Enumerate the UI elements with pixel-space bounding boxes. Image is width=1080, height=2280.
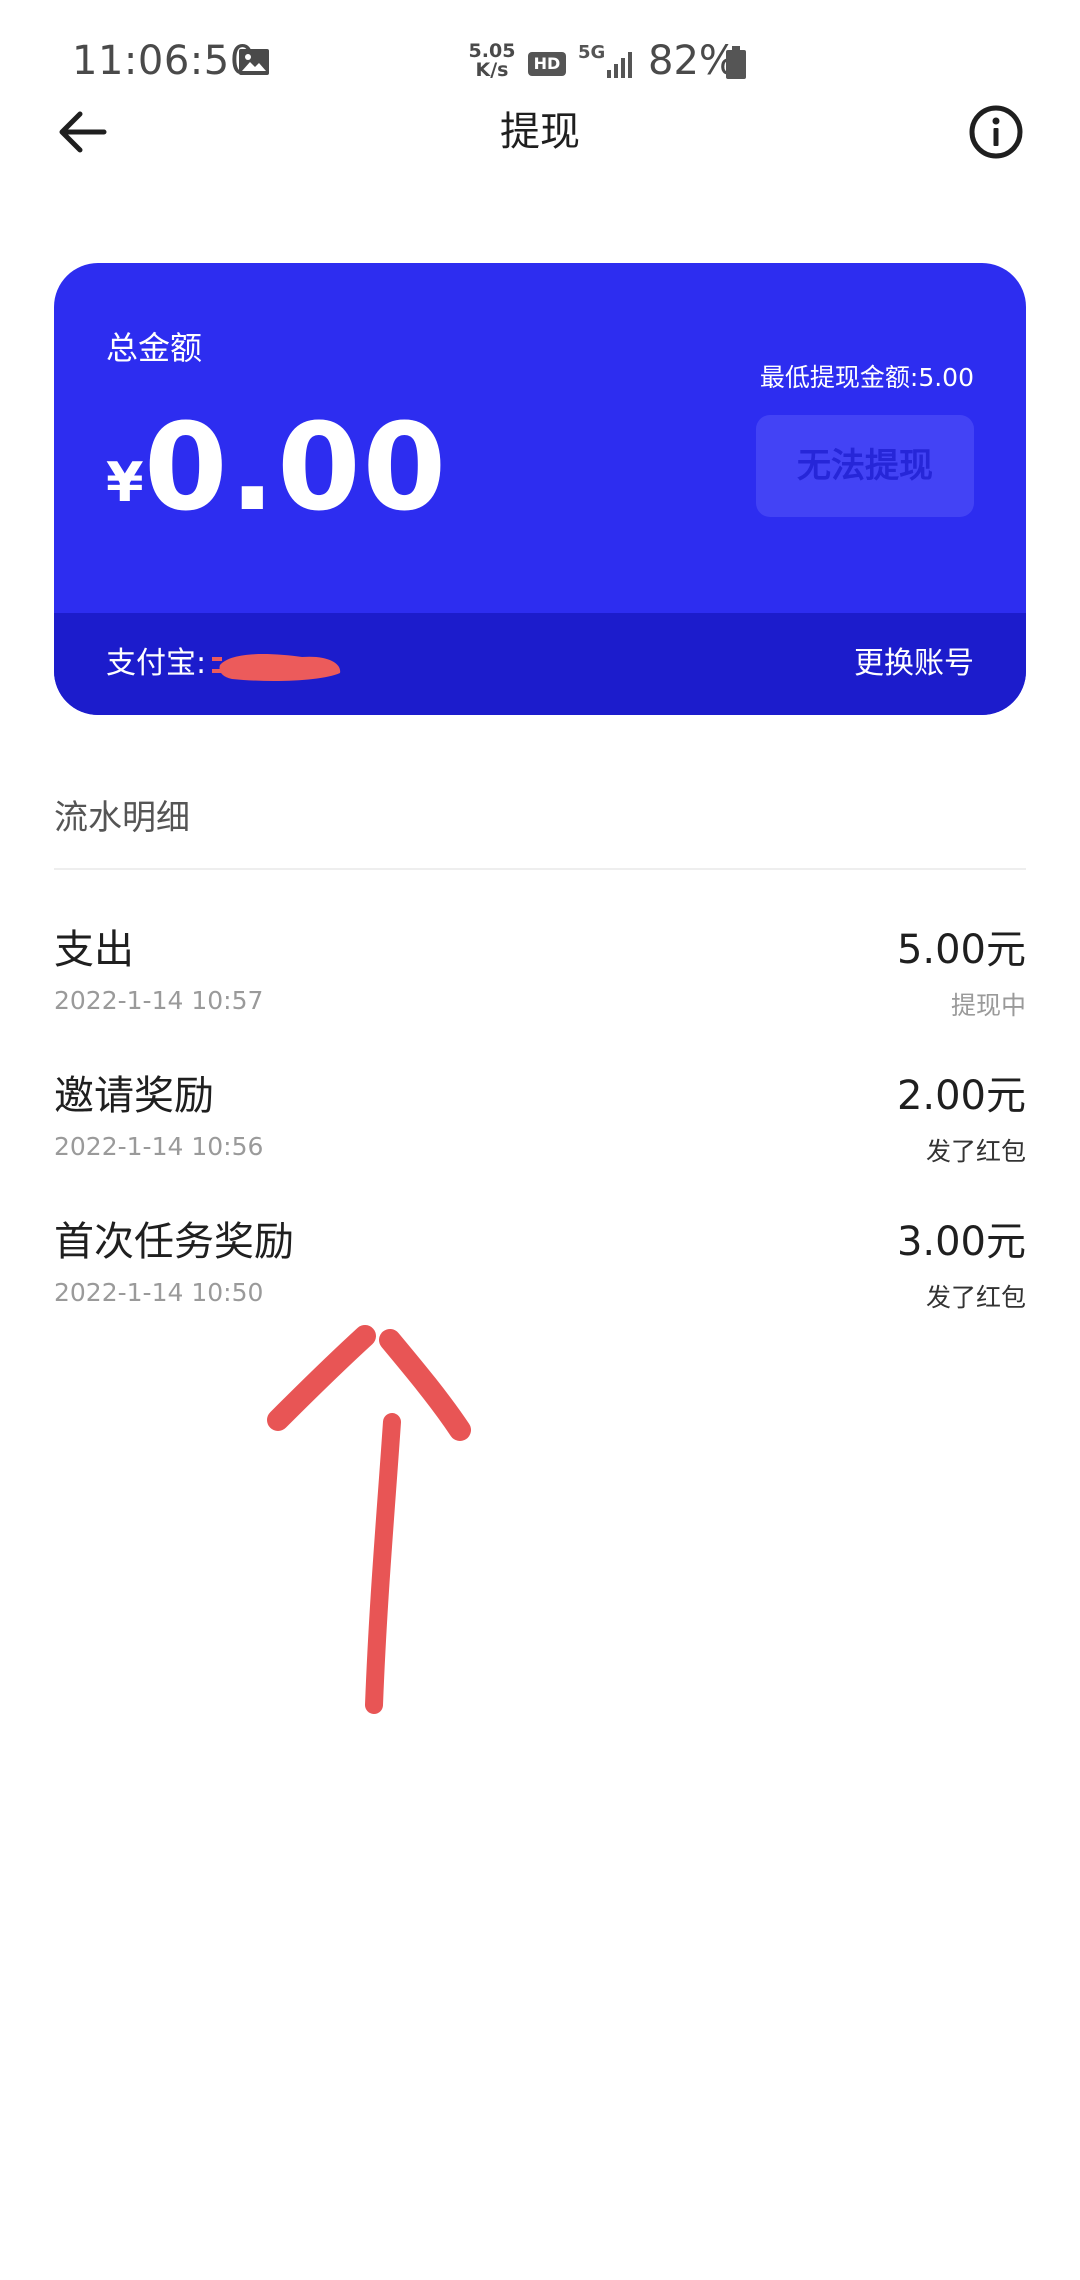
battery-percent: 82% bbox=[648, 38, 737, 84]
transaction-status: 发了红包 bbox=[925, 1283, 1026, 1312]
transaction-row: 邀请奖励 2022-1-14 10:56 2.00元 发了红包 bbox=[54, 1068, 1026, 1188]
transaction-amount: 2.00元 bbox=[896, 1073, 1026, 1119]
currency-symbol: ¥ bbox=[106, 451, 144, 514]
network-speed-unit: K/s bbox=[475, 59, 509, 81]
transaction-amount: 5.00元 bbox=[896, 927, 1026, 973]
status-time: 11:06:50 bbox=[72, 38, 256, 84]
transaction-date: 2022-1-14 10:57 bbox=[54, 986, 264, 1015]
transaction-date: 2022-1-14 10:56 bbox=[54, 1132, 264, 1161]
transaction-title: 支出 bbox=[54, 927, 134, 973]
withdraw-button[interactable]: 无法提现 bbox=[756, 415, 974, 517]
alipay-account-label: 支付宝: bbox=[106, 646, 207, 681]
section-divider bbox=[54, 868, 1026, 870]
balance-amount: 0.00 bbox=[144, 399, 449, 538]
transaction-title: 首次任务奖励 bbox=[54, 1219, 294, 1265]
change-account-link[interactable]: 更换账号 bbox=[854, 613, 974, 715]
transaction-row: 支出 2022-1-14 10:57 5.00元 提现中 bbox=[54, 922, 1026, 1042]
page-title: 提现 bbox=[500, 109, 580, 155]
transaction-status: 提现中 bbox=[950, 991, 1026, 1020]
hd-badge: HD bbox=[528, 52, 566, 76]
min-withdraw-label: 最低提现金额:5.00 bbox=[759, 363, 974, 392]
transaction-title: 邀请奖励 bbox=[54, 1073, 214, 1119]
transactions-section-title: 流水明细 bbox=[54, 798, 190, 838]
network-speed: 5.05 K/s bbox=[468, 42, 516, 80]
network-type: 5G bbox=[578, 42, 606, 63]
balance-card: 总金额 ¥ 0.00 最低提现金额:5.00 无法提现 支付宝: 更换账号 bbox=[54, 263, 1026, 715]
battery-icon bbox=[726, 46, 746, 79]
signal-icon bbox=[607, 52, 632, 78]
total-amount-label: 总金额 bbox=[106, 329, 203, 367]
transaction-date: 2022-1-14 10:50 bbox=[54, 1278, 264, 1307]
info-icon[interactable] bbox=[964, 100, 1028, 164]
card-account-bar: 支付宝: 更换账号 bbox=[54, 613, 1026, 715]
transaction-amount: 3.00元 bbox=[896, 1219, 1026, 1265]
annotation-arrow-icon bbox=[267, 1325, 471, 1714]
transaction-status: 发了红包 bbox=[925, 1137, 1026, 1166]
redaction-scribble bbox=[212, 654, 341, 681]
withdraw-page: 11:06:50 5.05 K/s HD 5G 82% 提现 总金额 ¥ 0.0… bbox=[0, 0, 1080, 2280]
transaction-row: 首次任务奖励 2022-1-14 10:50 3.00元 发了红包 bbox=[54, 1214, 1026, 1334]
gallery-icon bbox=[239, 49, 269, 75]
